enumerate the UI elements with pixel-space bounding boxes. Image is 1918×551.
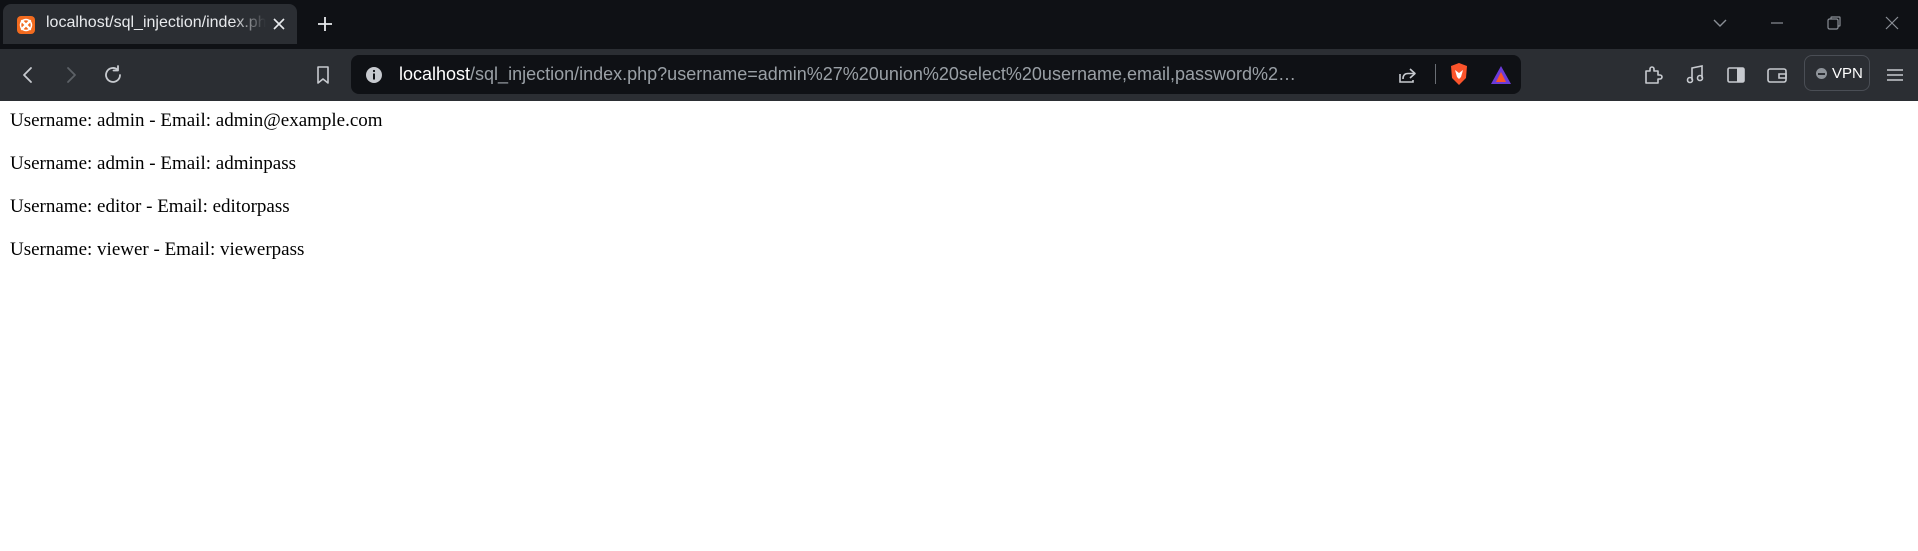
close-window-icon[interactable]	[1882, 13, 1902, 33]
info-icon[interactable]	[365, 66, 383, 84]
browser-toolbar: localhost/sql_injection/index.php?userna…	[0, 49, 1918, 125]
tab-title: localhost/sql_injection/index.php	[46, 14, 266, 31]
menu-icon[interactable]	[1883, 63, 1907, 87]
sidebar-icon[interactable]	[1724, 63, 1748, 87]
vpn-button[interactable]: VPN	[1804, 55, 1870, 91]
result-row: Username: editor - Email: editorpass	[10, 196, 290, 217]
vpn-status-icon	[1816, 68, 1827, 79]
url-host: localhost	[399, 64, 471, 84]
extensions-icon[interactable]	[1641, 63, 1665, 87]
bookmark-icon[interactable]	[311, 63, 335, 87]
brave-rewards-icon[interactable]	[1489, 64, 1513, 86]
address-bar[interactable]: localhost/sql_injection/index.php?userna…	[351, 55, 1521, 94]
reload-icon[interactable]	[101, 63, 125, 87]
media-icon[interactable]	[1683, 63, 1707, 87]
result-row: Username: viewer - Email: viewerpass	[10, 239, 305, 260]
restore-icon[interactable]	[1824, 13, 1844, 33]
xampp-favicon-icon	[17, 16, 35, 34]
new-tab-plus-icon[interactable]	[315, 14, 335, 34]
result-row: Username: admin - Email: adminpass	[10, 153, 296, 174]
forward-icon[interactable]	[59, 63, 83, 87]
chevron-down-icon[interactable]	[1710, 13, 1730, 33]
brave-shields-icon[interactable]	[1448, 62, 1470, 86]
result-row: Username: admin - Email: admin@example.c…	[10, 110, 383, 131]
tab-strip: localhost/sql_injection/index.php	[0, 0, 1918, 49]
wallet-icon[interactable]	[1765, 63, 1789, 87]
page-content: Username: admin - Email: admin@example.c…	[0, 101, 1918, 551]
browser-tab[interactable]: localhost/sql_injection/index.php	[3, 4, 297, 44]
url-path: /sql_injection/index.php?username=admin%…	[470, 64, 1299, 84]
tab-close-icon[interactable]	[271, 16, 287, 32]
divider	[1435, 64, 1436, 84]
share-icon[interactable]	[1396, 63, 1420, 87]
url-text[interactable]: localhost/sql_injection/index.php?userna…	[399, 64, 1299, 85]
back-icon[interactable]	[16, 63, 40, 87]
minimize-icon[interactable]	[1767, 13, 1787, 33]
vpn-label: VPN	[1832, 65, 1863, 82]
